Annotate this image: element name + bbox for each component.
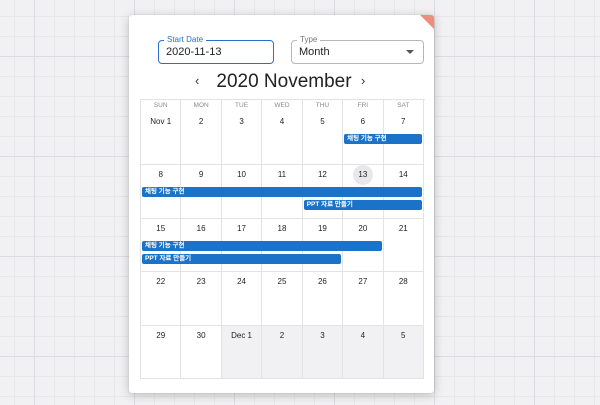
day-cell[interactable]: Nov 1 (141, 112, 182, 166)
day-number: Nov 1 (150, 117, 172, 126)
day-cell[interactable]: 3 (221, 112, 263, 166)
start-date-field[interactable]: Start Date 2020-11-13 (158, 35, 274, 64)
weekday-header: THU (303, 100, 344, 112)
day-number: 6 (360, 117, 366, 126)
day-cell[interactable]: 2 (181, 112, 222, 166)
day-cell[interactable]: 22 (141, 272, 182, 326)
day-number: 10 (237, 170, 246, 180)
type-label: Type (297, 35, 321, 45)
day-number: 7 (401, 117, 406, 126)
day-number: 24 (237, 277, 246, 287)
day-number: 14 (398, 170, 408, 180)
day-number: 19 (317, 223, 327, 233)
day-cell[interactable]: 5 (383, 325, 424, 379)
type-value[interactable]: Month (299, 46, 330, 59)
day-number: 5 (401, 330, 406, 340)
day-cell[interactable]: 24 (221, 272, 263, 326)
day-number: 2 (198, 117, 204, 126)
weekday-header: SUN (141, 100, 182, 112)
day-number: 3 (239, 117, 244, 126)
day-cell[interactable]: 25 (262, 272, 303, 326)
day-number: 17 (237, 223, 246, 233)
day-cell[interactable]: 3 (302, 325, 344, 379)
day-number: 20 (358, 223, 368, 233)
weekday-header: SAT (384, 100, 424, 112)
day-number: 16 (196, 223, 206, 233)
weekday-header: FRI (343, 100, 384, 112)
month-navigation: ‹ 2020 November › (129, 71, 434, 93)
weekday-header: WED (262, 100, 303, 112)
day-number: Dec 1 (231, 330, 252, 340)
day-cell[interactable]: 28 (383, 272, 424, 326)
start-date-label: Start Date (164, 35, 207, 45)
event-bar[interactable]: 채팅 기능 구현 (142, 187, 422, 198)
day-number: 26 (317, 277, 327, 287)
day-number: 15 (156, 223, 166, 233)
event-bar[interactable]: PPT 자료 만들기 (142, 253, 342, 264)
day-number: 4 (360, 330, 366, 340)
day-number: 8 (158, 170, 163, 180)
event-bar[interactable]: 채팅 기능 구현 (142, 240, 382, 251)
day-cell[interactable]: 27 (343, 272, 384, 326)
day-number: 29 (156, 330, 166, 340)
day-number: 25 (277, 277, 287, 287)
caret-down-icon[interactable] (406, 50, 414, 54)
day-number: 3 (320, 330, 325, 340)
day-cell[interactable]: 30 (181, 325, 222, 379)
day-number: 5 (320, 117, 325, 126)
day-number: 12 (317, 170, 327, 180)
event-bar[interactable]: PPT 자료 만들기 (303, 200, 422, 211)
day-cell[interactable]: 2 (262, 325, 303, 379)
type-select[interactable]: Type Month (291, 35, 424, 64)
day-number: 28 (398, 277, 408, 287)
chevron-left-icon[interactable]: ‹ (195, 73, 199, 88)
day-cell[interactable]: 21 (383, 218, 424, 273)
today-date-number: 13 (352, 165, 373, 186)
day-cell[interactable]: 4 (343, 325, 384, 379)
day-number: 2 (279, 330, 285, 340)
day-number: 21 (398, 223, 408, 233)
event-bar[interactable]: 채팅 기능 구현 (344, 134, 422, 144)
corner-badge (420, 15, 434, 29)
weekday-header: TUE (222, 100, 263, 112)
month-grid: SUN MON TUE WED THU FRI SAT Nov 1 2 3 4 5 6 7 8 9 10 11 12… (140, 99, 425, 379)
calendar-panel: Start Date 2020-11-13 Type Month ‹ 2020 … (129, 15, 434, 393)
day-number: 23 (196, 277, 206, 287)
day-number: 22 (156, 277, 166, 287)
day-cell[interactable]: 5 (302, 112, 344, 166)
day-cell[interactable]: 26 (302, 272, 344, 326)
day-number: 18 (277, 223, 287, 233)
day-number: 30 (196, 330, 206, 340)
day-number: 27 (358, 277, 368, 287)
day-cell[interactable]: 4 (262, 112, 303, 166)
month-title: 2020 November (216, 71, 352, 92)
day-number: 9 (198, 170, 204, 180)
chevron-right-icon[interactable]: › (361, 73, 365, 88)
day-cell[interactable]: 29 (141, 325, 182, 379)
weekday-header: MON (181, 100, 222, 112)
day-cell[interactable]: Dec 1 (221, 325, 263, 379)
day-number: 4 (279, 117, 285, 126)
start-date-value[interactable]: 2020-11-13 (166, 46, 221, 59)
day-cell[interactable]: 23 (181, 272, 222, 326)
day-number: 11 (277, 170, 287, 180)
